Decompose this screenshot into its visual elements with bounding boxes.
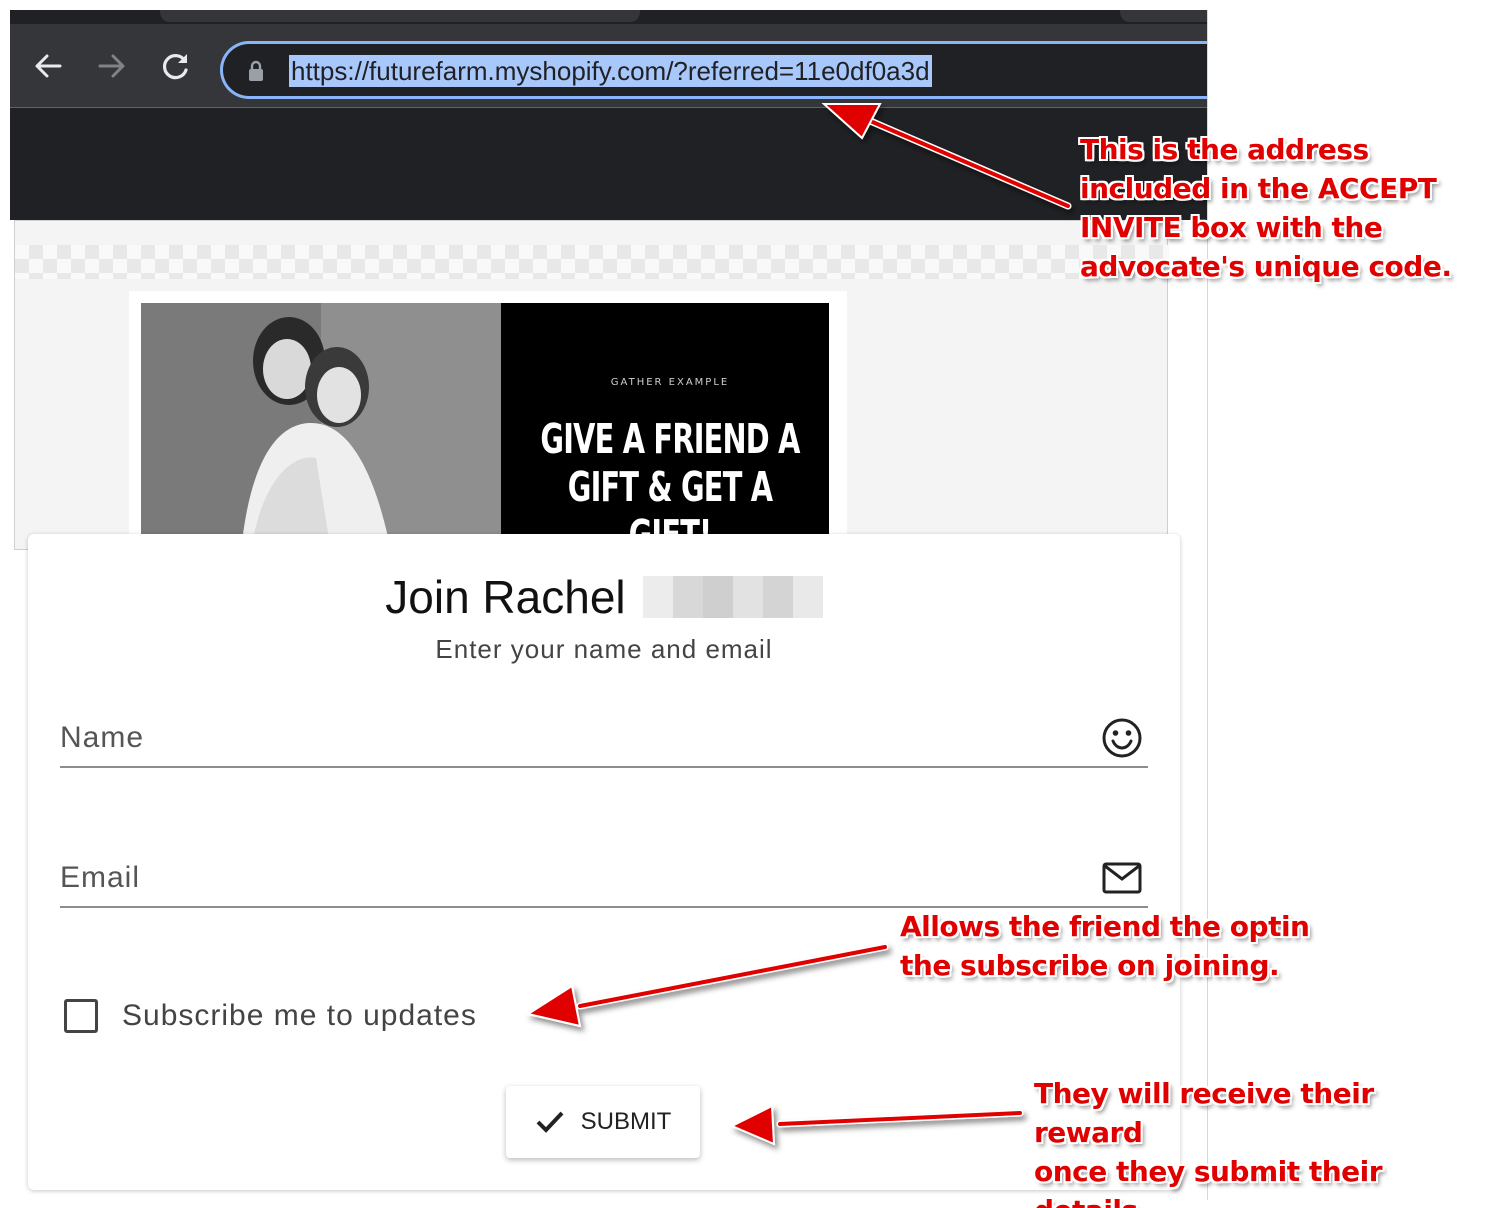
forward-arrow-icon (98, 54, 125, 78)
name-input[interactable] (60, 712, 1080, 764)
back-arrow-icon (35, 54, 62, 78)
address-url[interactable]: https://futurefarm.myshopify.com/?referr… (289, 55, 932, 87)
annotation-reward: They will receive their reward once they… (1034, 1077, 1383, 1208)
browser-toolbar: https://futurefarm.myshopify.com/?referr… (10, 24, 1207, 108)
smiley-icon (1102, 718, 1142, 758)
redacted-surname (642, 576, 823, 618)
back-button[interactable] (28, 46, 68, 86)
forward-button[interactable] (92, 46, 132, 86)
checkmark-icon (536, 1111, 564, 1133)
friends-hugging-image (141, 303, 501, 551)
annotation-optin: Allows the friend the optin the subscrib… (900, 910, 1310, 982)
browser-tab[interactable] (160, 10, 640, 22)
banner-photo (141, 303, 501, 551)
lock-icon (249, 60, 263, 81)
tab-strip (10, 10, 1207, 24)
submit-label: SUBMIT (580, 1108, 672, 1135)
join-heading: Join Rachel (28, 570, 1180, 624)
join-title: Join Rachel (385, 571, 626, 623)
envelope-icon (1102, 862, 1142, 894)
banner-text-panel: GATHER EXAMPLE GIVE A FRIEND A GIFT & GE… (501, 303, 829, 559)
email-field (60, 852, 1148, 908)
email-input[interactable] (60, 852, 1080, 904)
name-field (60, 712, 1148, 768)
address-bar[interactable]: https://futurefarm.myshopify.com/?referr… (220, 41, 1207, 99)
subscribe-option[interactable]: Subscribe me to updates (64, 996, 477, 1036)
subscribe-label[interactable]: Subscribe me to updates (122, 999, 477, 1033)
browser-tab-secondary[interactable] (1120, 10, 1207, 22)
join-form-card: Join Rachel Enter your name and email Su… (28, 534, 1180, 1190)
subscribe-checkbox[interactable] (64, 999, 98, 1033)
decorative-checker-strip (15, 245, 1169, 279)
page-background: GATHER EXAMPLE GIVE A FRIEND A GIFT & GE… (14, 220, 1169, 559)
reload-button[interactable] (156, 46, 196, 86)
page-header-dark (10, 108, 1207, 220)
submit-button[interactable]: SUBMIT (506, 1086, 700, 1158)
reload-icon (163, 54, 188, 80)
form-subtitle: Enter your name and email (435, 634, 773, 664)
annotation-address: This is the address included in the ACCE… (1080, 133, 1452, 283)
banner-eyebrow: GATHER EXAMPLE (610, 377, 730, 388)
